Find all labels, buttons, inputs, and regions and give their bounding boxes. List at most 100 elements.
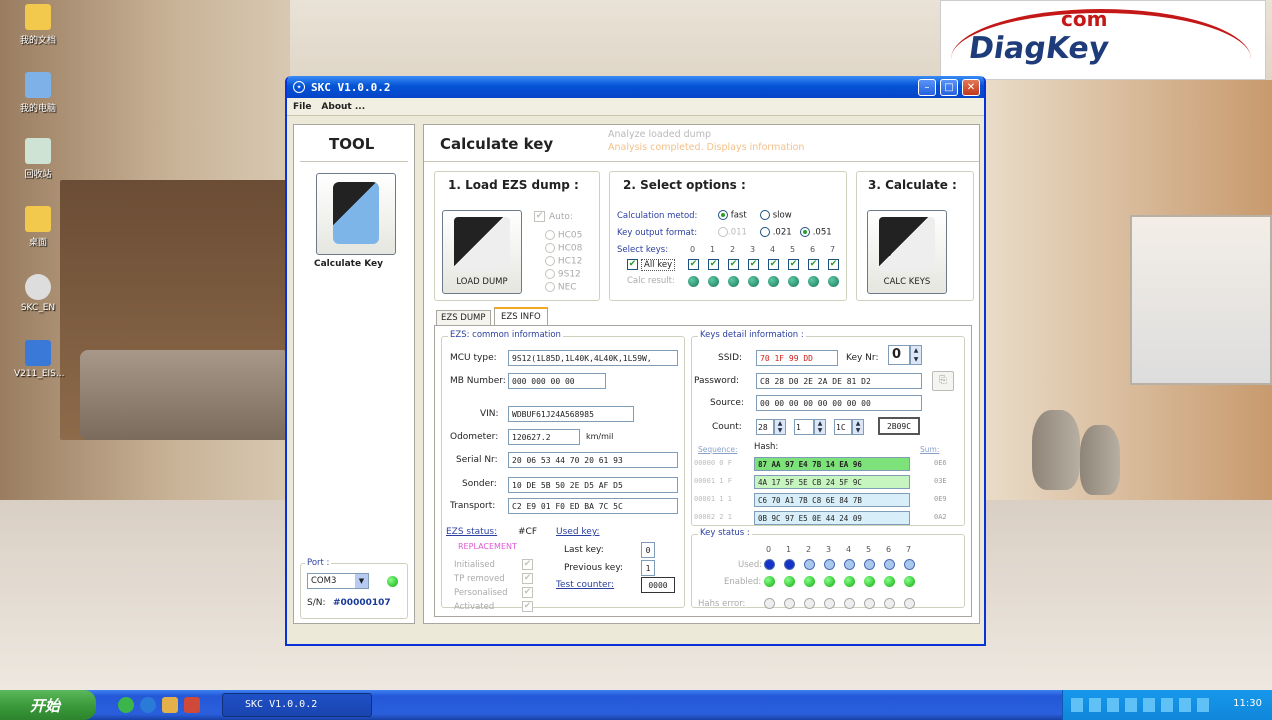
calculate-key-tool-button[interactable] <box>316 173 396 255</box>
count-field-1[interactable]: 28 <box>756 419 774 435</box>
initialised-checkbox[interactable]: ✔ <box>522 559 533 570</box>
previous-key-label: Previous key: <box>564 563 624 573</box>
count-spinner-2[interactable]: ▲ ▼ <box>814 419 826 435</box>
count-field-3[interactable]: 1C <box>834 419 852 435</box>
close-button[interactable]: ✕ <box>962 79 980 96</box>
used-key-link[interactable]: Used key: <box>556 527 600 537</box>
last-key-label: Last key: <box>564 545 604 555</box>
odometer-field[interactable]: 120627.2 <box>508 429 580 445</box>
test-counter-field[interactable]: 0000 <box>641 577 675 593</box>
radio-icon <box>545 282 555 292</box>
hash-value[interactable]: 87 AA 97 E4 7B 14 EA 96 <box>754 457 910 471</box>
radio-icon <box>760 227 770 237</box>
quicklaunch-icon[interactable] <box>118 697 134 713</box>
maximize-button[interactable]: □ <box>940 79 958 96</box>
used-led-4 <box>844 559 855 570</box>
key-checkbox-2[interactable]: ✔ <box>728 259 739 270</box>
ezs-status-link[interactable]: EZS status: <box>446 527 497 537</box>
format-011-radio[interactable]: .011 <box>718 227 747 238</box>
mcu-option-hc05[interactable]: HC05 <box>545 230 582 241</box>
key-checkbox-3[interactable]: ✔ <box>748 259 759 270</box>
hash-error-led-6 <box>884 598 895 609</box>
key-checkbox-6[interactable]: ✔ <box>808 259 819 270</box>
tray-icons[interactable] <box>1071 698 1211 712</box>
desktop-icon-computer[interactable]: 我的电脑 <box>14 72 62 114</box>
key-checkbox-5[interactable]: ✔ <box>788 259 799 270</box>
count-spinner-3[interactable]: ▲ ▼ <box>852 419 864 435</box>
key-checkbox-0[interactable]: ✔ <box>688 259 699 270</box>
title-bar[interactable]: ✦ SKC V1.0.0.2 <box>287 76 984 98</box>
used-led-2 <box>804 559 815 570</box>
desktop-icon-desktop[interactable]: 桌面 <box>14 206 62 248</box>
transport-field[interactable]: C2 E9 01 F0 ED BA 7C 5C <box>508 498 678 514</box>
folder-icon[interactable] <box>162 697 178 713</box>
mcu-option-hc12[interactable]: HC12 <box>545 256 582 267</box>
browser-icon[interactable] <box>140 697 156 713</box>
count-result-field[interactable]: 2B09C <box>878 417 920 435</box>
calc-keys-button[interactable]: CALC KEYS <box>867 210 947 294</box>
format-021-radio[interactable]: .021 <box>760 227 792 238</box>
sequence-label: Sequence: <box>698 445 738 454</box>
load-dump-button[interactable]: LOAD DUMP <box>442 210 522 294</box>
key-checkbox-7[interactable]: ✔ <box>828 259 839 270</box>
calc-keys-label: CALC KEYS <box>883 277 931 287</box>
serial-field[interactable]: 20 06 53 44 70 20 61 93 <box>508 452 678 468</box>
hash-value[interactable]: 4A 17 5F 5E CB 24 5F 9C <box>754 475 910 489</box>
key-checkbox-1[interactable]: ✔ <box>708 259 719 270</box>
key-checkbox-4[interactable]: ✔ <box>768 259 779 270</box>
start-button[interactable]: 开始 <box>0 690 96 720</box>
previous-key-field[interactable]: 1 <box>641 560 655 576</box>
all-key-checkbox[interactable]: ✔ <box>627 259 638 270</box>
hash-value[interactable]: C6 70 A1 7B C8 6E 84 7B <box>754 493 910 507</box>
keynr-field[interactable]: 0 <box>888 345 910 365</box>
key-number: 0 <box>690 245 696 254</box>
format-051-radio[interactable]: .051 <box>800 227 832 238</box>
last-key-field[interactable]: 0 <box>641 542 655 558</box>
count-spinner-1[interactable]: ▲ ▼ <box>774 419 786 435</box>
tab-ezs-dump[interactable]: EZS DUMP <box>436 310 491 325</box>
window-title: SKC V1.0.0.2 <box>311 80 391 94</box>
hash-error-led-7 <box>904 598 915 609</box>
port-select[interactable]: COM3 ▼ <box>307 573 369 589</box>
mcu-option-9s12[interactable]: 9S12 <box>545 269 581 280</box>
auto-checkbox[interactable]: ✔ <box>534 211 545 222</box>
menu-file[interactable]: File <box>293 102 311 112</box>
method-slow-radio[interactable]: slow <box>760 210 792 221</box>
sonder-field[interactable]: 10 DE 5B 50 2E D5 AF D5 <box>508 477 678 493</box>
hash-sequence: 00002 2 1 <box>694 513 732 521</box>
desktop-icon-documents[interactable]: 我的文档 <box>14 4 62 46</box>
mcu-option-hc08[interactable]: HC08 <box>545 243 582 254</box>
hash-error-led-4 <box>844 598 855 609</box>
vin-field[interactable]: WDBUF61J24A568985 <box>508 406 634 422</box>
key-format-label: Key output format: <box>617 228 698 238</box>
tab-ezs-info[interactable]: EZS INFO <box>494 307 548 325</box>
method-fast-radio[interactable]: fast <box>718 210 747 221</box>
tp-removed-checkbox[interactable]: ✔ <box>522 573 533 584</box>
app-icon[interactable] <box>184 697 200 713</box>
minimize-button[interactable]: – <box>918 79 936 96</box>
sn-label: S/N: <box>307 598 326 608</box>
hash-value[interactable]: 0B 9C 97 E5 0E 44 24 09 <box>754 511 910 525</box>
mb-field[interactable]: 000 000 00 00 <box>508 373 606 389</box>
desktop-icon-v211[interactable]: V211_EIS... <box>14 340 64 379</box>
open-file-icon[interactable]: ⎘ <box>932 371 954 391</box>
activated-checkbox[interactable]: ✔ <box>522 601 533 612</box>
personalised-checkbox[interactable]: ✔ <box>522 587 533 598</box>
source-field[interactable]: 00 00 00 00 00 00 00 00 <box>756 395 922 411</box>
password-field[interactable]: C8 28 D0 2E 2A DE 81 D2 <box>756 373 922 389</box>
ssid-field[interactable]: 70 1F 99 DD <box>756 350 838 366</box>
mcu-option-nec[interactable]: NEC <box>545 282 577 293</box>
count-field-2[interactable]: 1 <box>794 419 814 435</box>
enabled-led-4 <box>844 576 855 587</box>
step3-group: 3. Calculate : CALC KEYS <box>856 171 974 301</box>
menu-about[interactable]: About ... <box>321 102 365 112</box>
calc-result-led-7 <box>828 276 839 287</box>
test-counter-link[interactable]: Test counter: <box>556 580 614 590</box>
menu-bar: File About ... <box>287 98 984 116</box>
mcu-field[interactable]: 9S12(1L85D,1L40K,4L40K,1L59W, <box>508 350 678 366</box>
key-status-number: 3 <box>826 545 832 554</box>
desktop-icon-recycle[interactable]: 回收站 <box>14 138 62 180</box>
taskbar-skc[interactable]: SKC V1.0.0.2 <box>222 693 372 717</box>
keynr-spinner[interactable]: ▲ ▼ <box>910 345 922 365</box>
desktop-icon-skc[interactable]: SKC_EN <box>14 274 62 313</box>
